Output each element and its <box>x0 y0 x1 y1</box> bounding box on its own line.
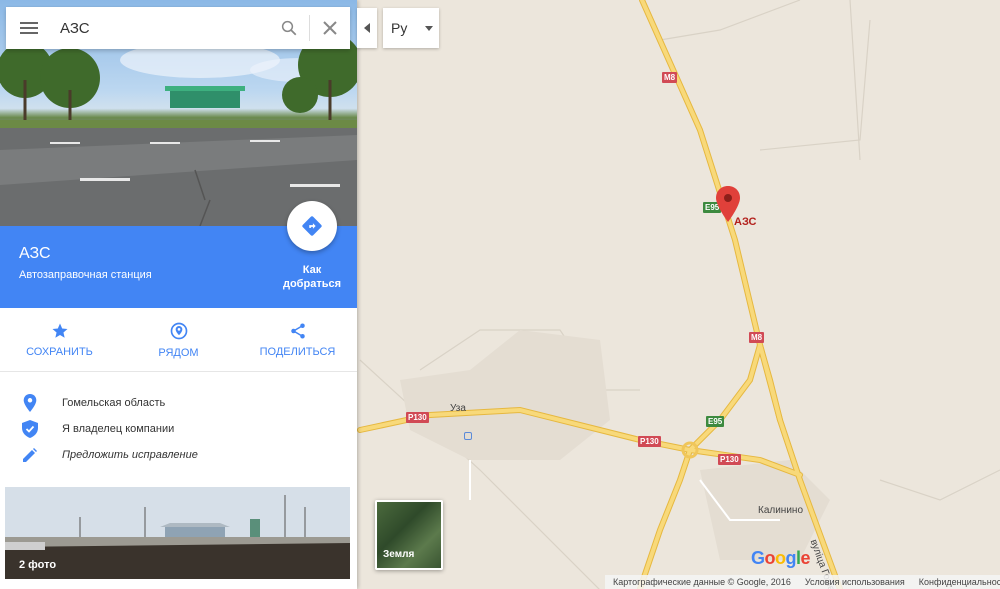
map-data-credit: Картографические данные © Google, 2016 <box>613 577 791 587</box>
bus-stop-icon[interactable] <box>464 432 472 440</box>
search-button[interactable] <box>269 7 309 49</box>
chevron-down-icon <box>425 26 433 31</box>
verified-shield-icon <box>21 420 39 438</box>
location-pin-icon <box>21 394 39 412</box>
place-title: АЗС <box>19 245 51 262</box>
share-label: ПОДЕЛИТЬСЯ <box>259 345 336 358</box>
nearby-button[interactable]: РЯДОМ <box>119 308 238 371</box>
hamburger-icon <box>20 22 38 34</box>
action-bar: СОХРАНИТЬ РЯДОМ ПОДЕЛИТЬСЯ <box>0 308 357 372</box>
photo-scene <box>5 487 350 579</box>
nearby-icon <box>170 322 187 339</box>
share-button[interactable]: ПОДЕЛИТЬСЯ <box>238 308 357 371</box>
chevron-left-icon <box>364 23 370 33</box>
place-category[interactable]: Автозаправочная станция <box>19 269 152 281</box>
address-row[interactable]: Гомельская область <box>0 390 357 416</box>
suggest-edit-row[interactable]: Предложить исправление <box>0 442 357 468</box>
privacy-link[interactable]: Конфиденциальность <box>919 577 1000 587</box>
m8-shield: M8 <box>662 72 678 83</box>
map-label-uza[interactable]: Уза <box>450 403 466 414</box>
p130-shield: P130 <box>638 436 661 447</box>
photo-count: 2 фото <box>19 559 57 571</box>
photos-thumbnail[interactable]: 2 фото <box>5 487 350 579</box>
nearby-label: РЯДОМ <box>158 346 199 359</box>
language-value: Ру <box>391 20 408 36</box>
pin-label[interactable]: АЗС <box>734 216 757 228</box>
clear-search-button[interactable] <box>310 7 350 49</box>
directions-button[interactable] <box>287 201 337 251</box>
p130-shield: P130 <box>718 454 741 465</box>
collapse-panel-button[interactable] <box>357 8 377 48</box>
search-box <box>6 7 350 49</box>
e95-shield: E95 <box>706 416 725 427</box>
claim-business-row[interactable]: Я владелец компании <box>0 416 357 442</box>
directions-icon <box>302 216 322 236</box>
search-icon <box>281 20 297 36</box>
address-text: Гомельская область <box>62 397 166 409</box>
terms-link[interactable]: Условия использования <box>805 577 905 587</box>
directions-label[interactable]: Как добраться <box>278 263 346 291</box>
menu-button[interactable] <box>6 7 52 49</box>
share-icon <box>290 323 305 338</box>
google-logo: Google <box>751 548 811 568</box>
star-icon <box>52 323 67 338</box>
search-input[interactable] <box>52 8 269 48</box>
earth-label: Земля <box>383 549 415 560</box>
save-button[interactable]: СОХРАНИТЬ <box>0 308 119 371</box>
language-select[interactable]: Ру <box>383 8 439 48</box>
save-label: СОХРАНИТЬ <box>26 345 93 358</box>
map-label-kalinino[interactable]: Калинино <box>758 505 803 516</box>
earth-view-toggle[interactable]: Земля <box>375 500 443 570</box>
close-icon <box>323 21 337 35</box>
suggest-edit-text: Предложить исправление <box>62 449 198 461</box>
edit-pencil-icon <box>21 446 39 464</box>
map-footer: Картографические данные © Google, 2016 У… <box>605 575 1000 589</box>
place-info-list: Гомельская область Я владелец компании П… <box>0 390 357 468</box>
place-panel: АЗС Автозаправочная станция Как добратьс… <box>0 0 357 589</box>
claim-business-text: Я владелец компании <box>62 423 175 435</box>
m8-shield: M8 <box>749 332 765 343</box>
p130-shield: P130 <box>406 412 429 423</box>
